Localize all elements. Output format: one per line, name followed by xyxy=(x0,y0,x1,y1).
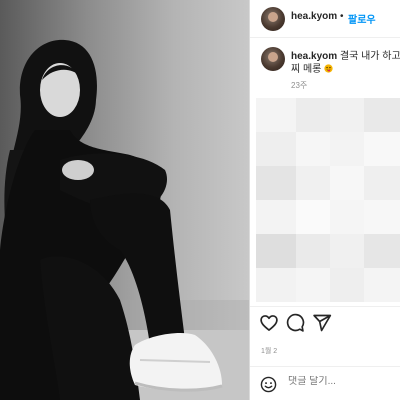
comment-bar xyxy=(250,366,400,400)
blur-row xyxy=(256,234,400,268)
caption-username-link[interactable]: hea.kyom xyxy=(291,51,337,62)
photo-illustration xyxy=(0,39,249,400)
caption: hea.kyom 결국 내가 하고 찌 메롱 23주 xyxy=(250,38,400,93)
blurred-comments xyxy=(256,98,400,304)
comment-input[interactable] xyxy=(288,376,398,387)
post-side-panel: hea.kyom • 팔로우 hea.kyom 결국 내가 하고 찌 메롱 23… xyxy=(250,0,400,400)
heart-icon[interactable] xyxy=(259,313,279,333)
post-header: hea.kyom • 팔로우 xyxy=(250,0,400,38)
send-icon[interactable] xyxy=(312,313,332,333)
comment-icon[interactable] xyxy=(285,313,305,333)
caption-line-2: 찌 메롱 xyxy=(291,63,333,76)
action-bar xyxy=(250,306,400,338)
avatar[interactable] xyxy=(261,7,285,31)
caption-body-2: 찌 메롱 xyxy=(291,64,322,75)
blur-row xyxy=(256,268,400,302)
post-time[interactable]: 23주 xyxy=(291,80,307,91)
blur-row xyxy=(256,200,400,234)
separator-dot: • xyxy=(340,11,344,22)
post-date[interactable]: 1월 2 xyxy=(261,346,277,356)
stuck-out-tongue-emoji-icon xyxy=(324,64,333,75)
follow-button[interactable]: 팔로우 xyxy=(348,11,376,26)
caption-avatar[interactable] xyxy=(261,47,285,71)
caption-text: hea.kyom 결국 내가 하고 xyxy=(291,50,400,63)
username-link[interactable]: hea.kyom xyxy=(291,11,337,22)
blur-row xyxy=(256,132,400,166)
post-photo[interactable] xyxy=(0,0,249,400)
smiley-icon[interactable] xyxy=(260,376,277,393)
blur-row xyxy=(256,98,400,132)
blur-row xyxy=(256,166,400,200)
caption-body: 결국 내가 하고 xyxy=(339,51,400,62)
